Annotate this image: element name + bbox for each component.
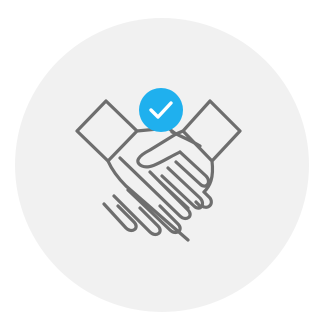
- right-finger-tip: [200, 190, 213, 209]
- verified-partnership-illustration: [0, 0, 311, 314]
- finger-4: [102, 202, 138, 233]
- left-cuff: [75, 99, 139, 163]
- right-cuff: [181, 99, 242, 163]
- right-knuckle: [194, 200, 202, 208]
- checkmark-icon: [139, 88, 183, 132]
- handshake-icon: [75, 88, 242, 242]
